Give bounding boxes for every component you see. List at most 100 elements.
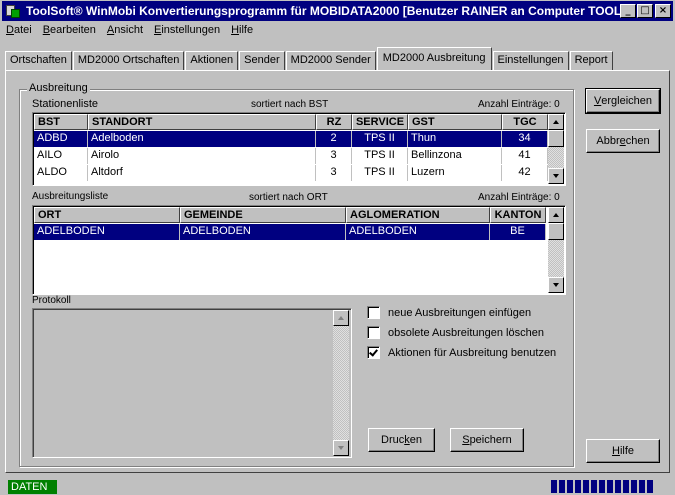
protokoll-textarea[interactable]: [32, 308, 352, 458]
drucken-button[interactable]: Druc k en: [368, 428, 435, 452]
checkbox[interactable]: [367, 326, 380, 339]
tab-md2000-sender[interactable]: MD2000 Sender: [285, 51, 376, 70]
table-row[interactable]: AILO Airolo 3 TPS II Bellinzona 41: [34, 148, 548, 164]
tab-report[interactable]: Report: [569, 51, 613, 70]
progress-segment: [575, 480, 581, 493]
scroll-up-button[interactable]: [333, 310, 349, 326]
title-bar[interactable]: ToolSoft® WinMobi Konvertierungsprogramm…: [2, 1, 673, 21]
col-rz[interactable]: RZ: [316, 114, 352, 130]
cell-bst: ADBD: [34, 131, 88, 147]
col-service[interactable]: SERVICE: [352, 114, 408, 130]
stationenliste-label: Stationenliste: [32, 98, 99, 110]
tab-ortschaften[interactable]: Ortschaften: [5, 51, 72, 70]
col-kanton[interactable]: KANTON: [490, 207, 546, 223]
abbrechen-button[interactable]: Abbr e chen: [586, 129, 660, 153]
status-bar: DATEN: [0, 477, 675, 495]
cell-tgc: 34: [502, 131, 548, 147]
scroll-track[interactable]: [333, 326, 349, 440]
option-aktionen-benutzen[interactable]: Aktionen für Ausbreitung benutzen: [367, 346, 556, 359]
arrow-down-icon: [338, 446, 344, 450]
station-list-scrollbar[interactable]: [548, 114, 564, 184]
vergleichen-button[interactable]: Vergleichen: [585, 88, 661, 114]
station-list[interactable]: BST STANDORT RZ SERVICE GST TGC ADBD Ade…: [32, 112, 566, 186]
tab-md2000-ortschaften[interactable]: MD2000 Ortschaften: [72, 51, 185, 70]
checkbox[interactable]: [367, 346, 380, 359]
progress-segment: [615, 480, 621, 493]
cell-tgc: 42: [502, 165, 548, 181]
table-row[interactable]: ADBD Adelboden 2 TPS II Thun 34: [34, 131, 548, 147]
group-label: Ausbreitung: [27, 82, 90, 94]
col-aglomeration[interactable]: AGLOMERATION: [346, 207, 490, 223]
spread-list-scrollbar[interactable]: [548, 207, 564, 293]
progress-bar: [551, 480, 656, 493]
scroll-track[interactable]: [548, 147, 564, 168]
cell-bst: AILO: [34, 148, 88, 164]
scroll-down-button[interactable]: [548, 168, 564, 184]
protokoll-label: Protokoll: [32, 295, 71, 306]
menu-einstellungen[interactable]: Einstellungen: [154, 24, 220, 42]
progress-segment: [623, 480, 629, 493]
option-neue-ausbreitungen[interactable]: neue Ausbreitungen einfügen: [367, 306, 531, 319]
station-list-header: BST STANDORT RZ SERVICE GST TGC: [34, 114, 548, 130]
col-gemeinde[interactable]: GEMEINDE: [180, 207, 346, 223]
arrow-down-icon: [553, 283, 559, 287]
scroll-down-button[interactable]: [333, 440, 349, 456]
cell-kanton: BE: [490, 224, 546, 240]
app-icon[interactable]: [5, 3, 21, 19]
ausbreitungsliste-count: Anzahl Einträge: 0: [478, 192, 560, 203]
arrow-down-icon: [553, 174, 559, 178]
scroll-down-button[interactable]: [548, 277, 564, 293]
tab-strip: Ortschaften MD2000 Ortschaften Aktionen …: [5, 47, 614, 71]
menu-datei[interactable]: Datei: [6, 24, 32, 42]
scroll-track[interactable]: [548, 240, 564, 277]
cell-gst: Bellinzona: [408, 148, 502, 164]
cell-standort: Adelboden: [88, 131, 316, 147]
progress-segment: [559, 480, 565, 493]
progress-segment: [631, 480, 637, 493]
spread-list[interactable]: ORT GEMEINDE AGLOMERATION KANTON ADELBOD…: [32, 205, 566, 295]
menu-bearbeiten[interactable]: Bearbeiten: [43, 24, 96, 42]
app-window: ToolSoft® WinMobi Konvertierungsprogramm…: [0, 0, 675, 495]
table-row[interactable]: ADELBODEN ADELBODEN ADELBODEN BE: [34, 224, 546, 240]
col-tgc[interactable]: TGC: [502, 114, 548, 130]
cell-rz: 3: [316, 148, 352, 164]
menu-hilfe[interactable]: Hilfe: [231, 24, 253, 42]
status-badge: DATEN: [8, 480, 57, 494]
hilfe-button[interactable]: Hilfe: [586, 439, 660, 463]
menu-ansicht[interactable]: Ansicht: [107, 24, 143, 42]
cell-ort: ADELBODEN: [34, 224, 180, 240]
tab-md2000-ausbreitung[interactable]: MD2000 Ausbreitung: [376, 47, 492, 70]
cell-gemeinde: ADELBODEN: [180, 224, 346, 240]
col-ort[interactable]: ORT: [34, 207, 180, 223]
minimize-button[interactable]: _: [620, 4, 636, 18]
cell-service: TPS II: [352, 165, 408, 181]
maximize-button[interactable]: □: [637, 4, 653, 18]
cell-gst: Thun: [408, 131, 502, 147]
checkbox-label: obsolete Ausbreitungen löschen: [388, 326, 544, 339]
speichern-button[interactable]: Speichern: [450, 428, 524, 452]
progress-segment: [591, 480, 597, 493]
scroll-thumb[interactable]: [548, 130, 564, 147]
table-row[interactable]: ALDO Altdorf 3 TPS II Luzern 42: [34, 165, 548, 181]
cell-standort: Altdorf: [88, 165, 316, 181]
option-obsolete-ausbreitungen[interactable]: obsolete Ausbreitungen löschen: [367, 326, 544, 339]
col-gst[interactable]: GST: [408, 114, 502, 130]
checkbox[interactable]: [367, 306, 380, 319]
ausbreitungsliste-label: Ausbreitungsliste: [32, 191, 109, 202]
cell-standort: Airolo: [88, 148, 316, 164]
col-bst[interactable]: BST: [34, 114, 88, 130]
scroll-up-button[interactable]: [548, 114, 564, 130]
col-standort[interactable]: STANDORT: [88, 114, 316, 130]
scroll-up-button[interactable]: [548, 207, 564, 223]
cell-aglomeration: ADELBODEN: [346, 224, 490, 240]
progress-segment: [647, 480, 653, 493]
protokoll-scrollbar[interactable]: [333, 310, 349, 456]
tab-sender[interactable]: Sender: [239, 51, 285, 70]
spread-list-header: ORT GEMEINDE AGLOMERATION KANTON: [34, 207, 546, 223]
close-button[interactable]: ×: [655, 4, 671, 18]
tab-aktionen[interactable]: Aktionen: [185, 51, 239, 70]
cell-rz: 2: [316, 131, 352, 147]
tab-einstellungen[interactable]: Einstellungen: [492, 51, 569, 70]
progress-segment: [607, 480, 613, 493]
scroll-thumb[interactable]: [548, 223, 564, 240]
